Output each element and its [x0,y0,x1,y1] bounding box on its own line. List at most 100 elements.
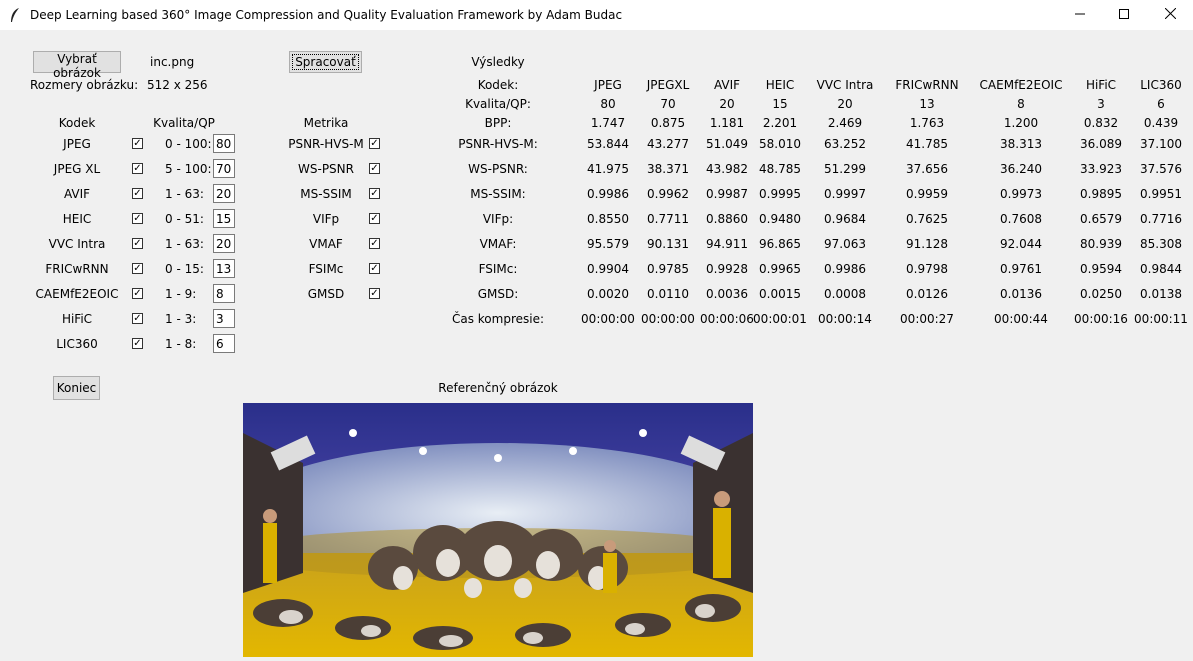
results-cell: 00:00:00 [581,312,635,326]
codec-range-lic360: 1 - 8: [165,337,197,351]
metric-checkbox-vifp[interactable]: ✓ [369,213,380,224]
results-cell: 0.9962 [647,187,689,201]
results-cell: 0.9973 [1000,187,1042,201]
results-cell: 37.100 [1140,137,1182,151]
codec-range-hific: 1 - 3: [165,312,197,326]
results-cell: 37.656 [906,162,948,176]
results-cell: 00:00:00 [641,312,695,326]
process-button[interactable]: Spracovať [289,51,362,73]
results-cell: 0.0036 [706,287,748,301]
results-cell: 0.6579 [1080,212,1122,226]
results-cell: 36.240 [1000,162,1042,176]
results-cell: 00:00:01 [753,312,807,326]
codec-quality-input-jpeg-xl[interactable] [213,159,235,178]
results-cell: 0.9965 [759,262,801,276]
results-cell: 0.0020 [587,287,629,301]
results-cell: 43.982 [706,162,748,176]
codec-range-avif: 1 - 63: [165,187,204,201]
codec-quality-input-fricwrnn[interactable] [213,259,235,278]
results-cell: 0.0110 [647,287,689,301]
results-cell: 6 [1157,97,1165,111]
select-image-button[interactable]: Vybrať obrázok [33,51,121,80]
metric-name-gmsd: GMSD [307,287,345,301]
results-codec-header: CAEMfE2EOIC [979,78,1063,92]
codec-checkbox-hific[interactable]: ✓ [132,313,143,324]
metric-name-vmaf: VMAF [309,237,343,251]
image-size-value: 512 x 256 [147,78,208,92]
codec-checkbox-jpeg[interactable]: ✓ [132,138,143,149]
results-cell: 0.9928 [706,262,748,276]
codec-checkbox-fricwrnn[interactable]: ✓ [132,263,143,274]
results-row-label: Kodek: [477,78,519,92]
window-title: Deep Learning based 360° Image Compressi… [30,8,623,22]
codec-quality-input-caemfe2eoic[interactable] [213,284,235,303]
minimize-button[interactable] [1057,0,1103,30]
results-cell: 33.923 [1080,162,1122,176]
results-cell: 91.128 [906,237,948,251]
results-cell: 38.371 [647,162,689,176]
codec-checkbox-avif[interactable]: ✓ [132,188,143,199]
results-cell: 0.8860 [706,212,748,226]
results-cell: 0.7716 [1140,212,1182,226]
quit-button[interactable]: Koniec [53,376,100,400]
results-cell: 0.9904 [587,262,629,276]
results-row-label: PSNR-HVS-M: [458,137,538,151]
results-cell: 0.0008 [824,287,866,301]
results-codec-header: JPEG [594,78,622,92]
codec-range-vvc-intra: 1 - 63: [165,237,204,251]
codec-quality-input-avif[interactable] [213,184,235,203]
codec-range-jpeg-xl: 5 - 100: [165,162,212,176]
results-cell: 0.9761 [1000,262,1042,276]
close-button[interactable] [1147,0,1193,30]
codec-name-caemfe2eoic: CAEMfE2EOIC [35,287,119,301]
metric-checkbox-ws-psnr[interactable]: ✓ [369,163,380,174]
codec-quality-input-jpeg[interactable] [213,134,235,153]
results-codec-header: LIC360 [1140,78,1182,92]
codec-quality-input-hific[interactable] [213,309,235,328]
results-cell: 43.277 [647,137,689,151]
metric-header: Metrika [303,116,349,130]
results-cell: 37.576 [1140,162,1182,176]
codec-checkbox-heic[interactable]: ✓ [132,213,143,224]
codec-checkbox-jpeg-xl[interactable]: ✓ [132,163,143,174]
codec-checkbox-caemfe2eoic[interactable]: ✓ [132,288,143,299]
maximize-button[interactable] [1101,0,1147,30]
results-row-label: VMAF: [479,237,517,251]
results-cell: 41.975 [587,162,629,176]
results-cell: 0.439 [1143,116,1179,130]
results-cell: 20 [837,97,853,111]
results-cell: 0.7625 [906,212,948,226]
results-cell: 95.579 [587,237,629,251]
codec-name-jpeg: JPEG [63,137,91,151]
results-cell: 0.875 [650,116,686,130]
results-codec-header: VVC Intra [816,78,874,92]
results-cell: 36.089 [1080,137,1122,151]
results-row-label: WS-PSNR: [468,162,528,176]
results-title: Výsledky [471,55,525,69]
results-cell: 0.9997 [824,187,866,201]
codec-quality-input-heic[interactable] [213,209,235,228]
results-cell: 2.201 [762,116,798,130]
results-cell: 97.063 [824,237,866,251]
results-row-label: VIFp: [482,212,514,226]
codec-checkbox-vvc-intra[interactable]: ✓ [132,238,143,249]
codec-quality-input-lic360[interactable] [213,334,235,353]
results-cell: 0.9951 [1140,187,1182,201]
results-row-label: Kvalita/QP: [465,97,531,111]
codec-name-hific: HiFiC [61,312,93,326]
metric-checkbox-ms-ssim[interactable]: ✓ [369,188,380,199]
metric-checkbox-psnr-hvs-m[interactable]: ✓ [369,138,380,149]
codec-checkbox-lic360[interactable]: ✓ [132,338,143,349]
codec-header: Kodek [58,116,96,130]
results-codec-header: JPEGXL [646,78,690,92]
results-cell: 0.0015 [759,287,801,301]
reference-image-label: Referenčný obrázok [438,381,558,395]
metric-checkbox-fsimc[interactable]: ✓ [369,263,380,274]
results-codec-header: HEIC [765,78,795,92]
metric-checkbox-gmsd[interactable]: ✓ [369,288,380,299]
codec-quality-input-vvc-intra[interactable] [213,234,235,253]
codec-range-heic: 0 - 51: [165,212,204,226]
results-cell: 3 [1097,97,1105,111]
results-cell: 00:00:44 [994,312,1048,326]
metric-checkbox-vmaf[interactable]: ✓ [369,238,380,249]
